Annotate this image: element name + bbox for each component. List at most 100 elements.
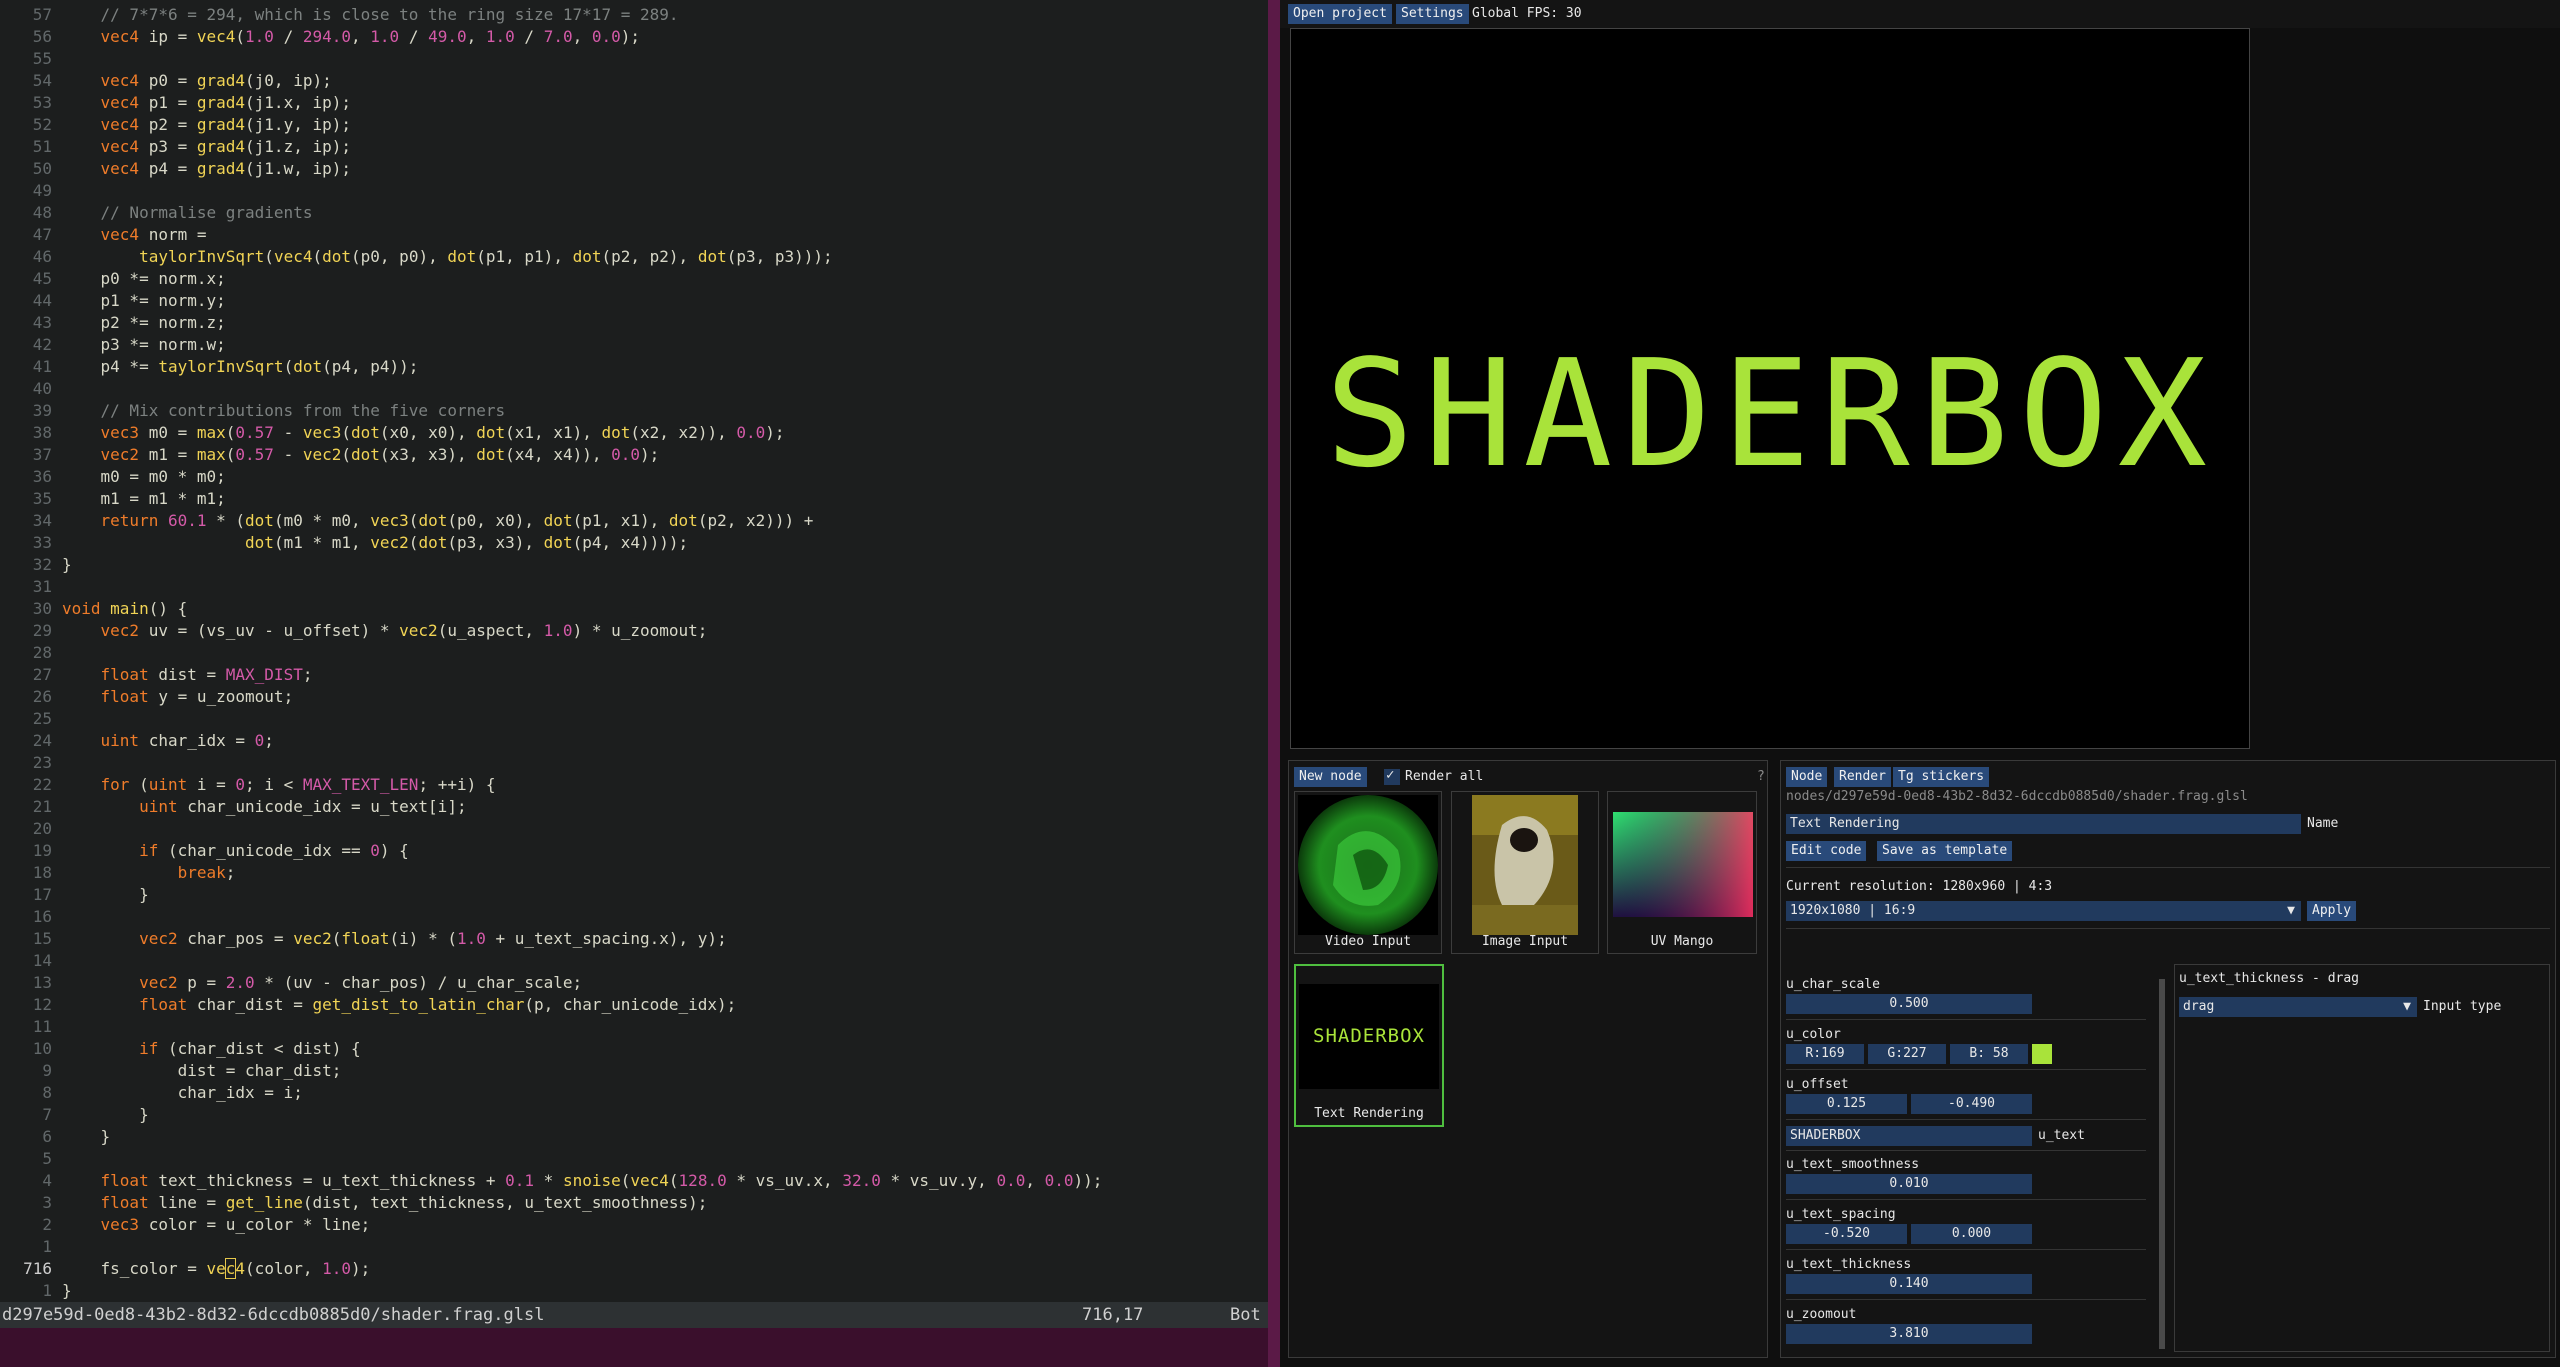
code-line[interactable]: 33 dot(m1 * m1, vec2(dot(p3, x3), dot(p4… bbox=[0, 532, 1268, 554]
tab-node[interactable]: Node bbox=[1786, 767, 1828, 787]
render-all-checkbox[interactable] bbox=[1384, 767, 1400, 785]
code-editor[interactable]: 57 // 7*7*6 = 294, which is close to the… bbox=[0, 0, 1268, 1367]
code-line[interactable]: 54 vec4 p0 = grad4(j0, ip); bbox=[0, 70, 1268, 92]
code-line[interactable]: 27 float dist = MAX_DIST; bbox=[0, 664, 1268, 686]
code-line[interactable]: 39 // Mix contributions from the five co… bbox=[0, 400, 1268, 422]
code-line[interactable]: 35 m1 = m1 * m1; bbox=[0, 488, 1268, 510]
code-line[interactable]: 14 bbox=[0, 950, 1268, 972]
tab-tg-stickers[interactable]: Tg stickers bbox=[1893, 767, 1990, 787]
save-as-template-button[interactable]: Save as template bbox=[1877, 841, 2013, 861]
code-line[interactable]: 38 vec3 m0 = max(0.57 - vec3(dot(x0, x0)… bbox=[0, 422, 1268, 444]
code-line[interactable]: 47 vec4 norm = bbox=[0, 224, 1268, 246]
text-spacing-y-drag[interactable]: 0.000 bbox=[1911, 1224, 2032, 1244]
code-line[interactable]: 34 return 60.1 * (dot(m0 * m0, vec3(dot(… bbox=[0, 510, 1268, 532]
text-thickness-drag[interactable]: 0.140 bbox=[1786, 1274, 2032, 1294]
code-line[interactable]: 3 float line = get_line(dist, text_thick… bbox=[0, 1192, 1268, 1214]
code-line[interactable]: 56 vec4 ip = vec4(1.0 / 294.0, 1.0 / 49.… bbox=[0, 26, 1268, 48]
code-line[interactable]: 15 vec2 char_pos = vec2(float(i) * (1.0 … bbox=[0, 928, 1268, 950]
code-line[interactable]: 2 vec3 color = u_color * line; bbox=[0, 1214, 1268, 1236]
code-line[interactable]: 1 bbox=[0, 1236, 1268, 1258]
code-line[interactable]: 13 vec2 p = 2.0 * (uv - char_pos) / u_ch… bbox=[0, 972, 1268, 994]
node-card-video-input[interactable]: Video Input bbox=[1294, 791, 1442, 954]
code-line[interactable]: 12 float char_dist = get_dist_to_latin_c… bbox=[0, 994, 1268, 1016]
offset-x-drag[interactable]: 0.125 bbox=[1786, 1094, 1907, 1114]
resolution-select[interactable]: 1920x1080 | 16:9 ▼ bbox=[1786, 901, 2301, 921]
text-smoothness-drag[interactable]: 0.010 bbox=[1786, 1174, 2032, 1194]
code-token: 0.0 bbox=[591, 27, 621, 46]
code-line[interactable]: 26 float y = u_zoomout; bbox=[0, 686, 1268, 708]
new-node-button[interactable]: New node bbox=[1294, 767, 1367, 787]
apply-button[interactable]: Apply bbox=[2307, 901, 2357, 921]
uniforms-scrollbar-thumb[interactable] bbox=[2159, 979, 2165, 1349]
char-scale-drag[interactable]: 0.500 bbox=[1786, 994, 2032, 1014]
code-line[interactable]: 16 bbox=[0, 906, 1268, 928]
code-line[interactable]: 48 // Normalise gradients bbox=[0, 202, 1268, 224]
input-type-select[interactable]: drag ▼ bbox=[2179, 997, 2417, 1017]
code-line[interactable]: 45 p0 *= norm.x; bbox=[0, 268, 1268, 290]
code-line[interactable]: 46 taylorInvSqrt(vec4(dot(p0, p0), dot(p… bbox=[0, 246, 1268, 268]
code-line[interactable]: 57 // 7*7*6 = 294, which is close to the… bbox=[0, 4, 1268, 26]
node-card-text-rendering[interactable]: SHADERBOX Text Rendering bbox=[1294, 964, 1444, 1127]
render-viewport[interactable]: SHADERBOX bbox=[1290, 28, 2250, 749]
code-line[interactable]: 11 bbox=[0, 1016, 1268, 1038]
command-line[interactable] bbox=[0, 1328, 1268, 1367]
color-r-drag[interactable]: R:169 bbox=[1786, 1044, 1864, 1064]
node-name-input[interactable]: Text Rendering bbox=[1786, 814, 2301, 834]
node-card-image-input[interactable]: Image Input bbox=[1451, 791, 1599, 954]
code-line[interactable]: 1} bbox=[0, 1280, 1268, 1302]
code-line[interactable]: 41 p4 *= taylorInvSqrt(dot(p4, p4)); bbox=[0, 356, 1268, 378]
open-project-button[interactable]: Open project bbox=[1288, 4, 1392, 24]
code-line[interactable]: 44 p1 *= norm.y; bbox=[0, 290, 1268, 312]
text-spacing-x-drag[interactable]: -0.520 bbox=[1786, 1224, 1907, 1244]
code-line[interactable]: 4 float text_thickness = u_text_thicknes… bbox=[0, 1170, 1268, 1192]
node-card-uv-mango[interactable]: UV Mango bbox=[1607, 791, 1757, 954]
zoomout-drag[interactable]: 3.810 bbox=[1786, 1324, 2032, 1344]
code-line[interactable]: 25 bbox=[0, 708, 1268, 730]
code-line[interactable]: 22 for (uint i = 0; i < MAX_TEXT_LEN; ++… bbox=[0, 774, 1268, 796]
color-g-drag[interactable]: G:227 bbox=[1868, 1044, 1946, 1064]
code-line[interactable]: 24 uint char_idx = 0; bbox=[0, 730, 1268, 752]
code-line[interactable]: 43 p2 *= norm.z; bbox=[0, 312, 1268, 334]
code-line[interactable]: 42 p3 *= norm.w; bbox=[0, 334, 1268, 356]
code-line[interactable]: 20 bbox=[0, 818, 1268, 840]
uniforms-scrollbar[interactable] bbox=[2159, 979, 2165, 1349]
help-marker[interactable]: ? bbox=[1757, 767, 1765, 787]
code-line[interactable]: 55 bbox=[0, 48, 1268, 70]
code-lines[interactable]: 57 // 7*7*6 = 294, which is close to the… bbox=[0, 4, 1268, 1304]
code-line[interactable]: 716 fs_color = vec4(color, 1.0); bbox=[0, 1258, 1268, 1280]
code-line[interactable]: 19 if (char_unicode_idx == 0) { bbox=[0, 840, 1268, 862]
color-b-drag[interactable]: B: 58 bbox=[1950, 1044, 2028, 1064]
code-line[interactable]: 36 m0 = m0 * m0; bbox=[0, 466, 1268, 488]
color-swatch[interactable] bbox=[2032, 1044, 2052, 1064]
code-line[interactable]: 5 bbox=[0, 1148, 1268, 1170]
code-line[interactable]: 51 vec4 p3 = grad4(j1.z, ip); bbox=[0, 136, 1268, 158]
code-line[interactable]: 49 bbox=[0, 180, 1268, 202]
offset-y-drag[interactable]: -0.490 bbox=[1911, 1094, 2032, 1114]
code-line[interactable]: 28 bbox=[0, 642, 1268, 664]
code-line[interactable]: 29 vec2 uv = (vs_uv - u_offset) * vec2(u… bbox=[0, 620, 1268, 642]
code-line[interactable]: 18 break; bbox=[0, 862, 1268, 884]
tab-render[interactable]: Render bbox=[1834, 767, 1891, 787]
code-line[interactable]: 7 } bbox=[0, 1104, 1268, 1126]
code-line[interactable]: 17 } bbox=[0, 884, 1268, 906]
code-line[interactable]: 9 dist = char_dist; bbox=[0, 1060, 1268, 1082]
code-line[interactable]: 31 bbox=[0, 576, 1268, 598]
node-label-text-rendering: Text Rendering bbox=[1314, 1106, 1424, 1121]
code-line[interactable]: 32} bbox=[0, 554, 1268, 576]
code-line[interactable]: 50 vec4 p4 = grad4(j1.w, ip); bbox=[0, 158, 1268, 180]
code-line[interactable]: 21 uint char_unicode_idx = u_text[i]; bbox=[0, 796, 1268, 818]
text-input[interactable]: SHADERBOX bbox=[1786, 1126, 2032, 1146]
code-line[interactable]: 53 vec4 p1 = grad4(j1.x, ip); bbox=[0, 92, 1268, 114]
settings-button[interactable]: Settings bbox=[1396, 4, 1469, 24]
code-token: grad4 bbox=[196, 137, 246, 156]
code-line[interactable]: 30 void main() { bbox=[0, 598, 1268, 620]
code-line[interactable]: 40 bbox=[0, 378, 1268, 400]
code-line[interactable]: 6 } bbox=[0, 1126, 1268, 1148]
code-line[interactable]: 8 char_idx = i; bbox=[0, 1082, 1268, 1104]
code-line[interactable]: 52 vec4 p2 = grad4(j1.y, ip); bbox=[0, 114, 1268, 136]
code-line[interactable]: 23 bbox=[0, 752, 1268, 774]
edit-code-button[interactable]: Edit code bbox=[1786, 841, 1867, 861]
uniforms-list[interactable]: u_char_scale 0.500 u_color R:169 G:227 B… bbox=[1786, 969, 2156, 1359]
code-line[interactable]: 10 if (char_dist < dist) { bbox=[0, 1038, 1268, 1060]
code-line[interactable]: 37 vec2 m1 = max(0.57 - vec2(dot(x3, x3)… bbox=[0, 444, 1268, 466]
